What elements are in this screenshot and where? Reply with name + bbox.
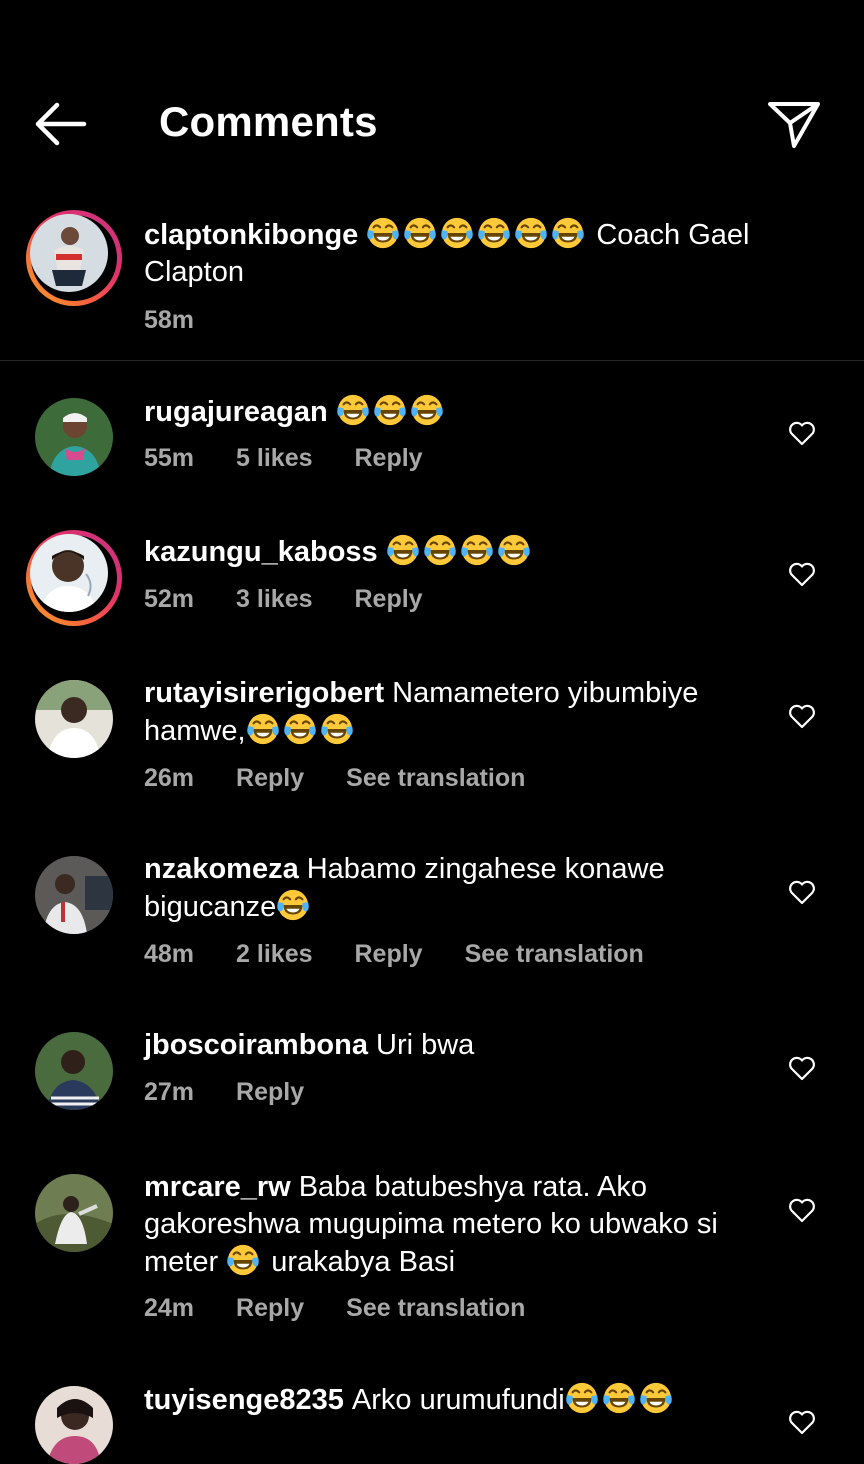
likes-count[interactable]: 5 likes [236,444,312,473]
emoji-icon [460,533,494,567]
emoji-icon [226,1243,260,1277]
reply-button[interactable]: Reply [236,1078,304,1107]
comment-body: Uri bwa [376,1029,475,1061]
comment-username[interactable]: mrcare_rw [144,1171,291,1203]
emoji-icon [423,533,457,567]
heart-outline-icon[interactable] [788,879,816,905]
comment-meta: 52m 3 likes Reply [144,585,465,614]
comment-text: tuyisenge8235 Arko urumufundi [144,1381,754,1419]
timestamp: 55m [144,444,195,472]
timestamp: 52m [144,585,195,613]
share-button[interactable] [764,96,824,152]
page-title: Comments [159,98,378,145]
reply-button[interactable]: Reply [236,1294,304,1323]
comment-username[interactable]: jboscoirambona [144,1029,368,1061]
heart-outline-icon[interactable] [788,561,816,587]
caption-emojis [366,219,588,251]
comment-text: kazungu_kaboss [144,533,754,571]
reply-button[interactable]: Reply [355,444,423,473]
comment-text: jboscoirambona Uri bwa [144,1027,754,1064]
heart-outline-icon[interactable] [788,1055,816,1081]
likes-count[interactable]: 2 likes [236,940,312,969]
avatar[interactable] [35,1386,113,1464]
comment-meta: 26m Reply See translation [144,764,567,793]
caption-text: claptonkibonge Coach Gael Clapton [144,216,754,291]
emoji-icon [497,533,531,567]
header-bar: Comments [0,0,864,180]
comment-text: nzakomeza Habamo zingahese konawe bigucan… [144,851,754,926]
paper-plane-icon [768,102,820,148]
comment-username[interactable]: tuyisenge8235 [144,1384,344,1416]
emoji-icon [366,216,400,250]
avatar[interactable] [26,210,122,306]
heart-outline-icon[interactable] [788,420,816,446]
comment-text: mrcare_rw Baba batubeshya rata. Ako gakor… [144,1169,754,1281]
likes-count[interactable]: 3 likes [236,585,312,614]
emoji-icon [276,888,310,922]
reply-button[interactable]: Reply [355,940,423,969]
emoji-icon [373,393,407,427]
comment-meta: 55m 5 likes Reply [144,444,465,473]
emoji-icon [336,393,370,427]
emoji-icon [477,216,511,250]
comment-meta: 27m Reply [144,1078,346,1107]
comment-username[interactable]: kazungu_kaboss [144,536,378,568]
emoji-icon [551,216,585,250]
avatar[interactable] [26,530,122,626]
see-translation-link[interactable]: See translation [346,1294,525,1323]
caption-divider [0,360,864,361]
timestamp: 26m [144,764,195,792]
comment-text: rutayisirerigobert Namametero yibumbiye h… [144,675,754,750]
heart-outline-icon[interactable] [788,1409,816,1435]
emoji-icon [639,1381,673,1415]
comment-username[interactable]: rugajureagan [144,396,328,428]
caption-meta: 58m [144,306,236,335]
avatar[interactable] [35,1032,113,1110]
emoji-icon [320,712,354,746]
emoji-icon [602,1381,636,1415]
avatar[interactable] [35,680,113,758]
emoji-icon [386,533,420,567]
reply-button[interactable]: Reply [355,585,423,614]
heart-outline-icon[interactable] [788,703,816,729]
see-translation-link[interactable]: See translation [465,940,644,969]
emoji-icon [403,216,437,250]
timestamp: 48m [144,940,195,968]
comment-text: rugajureagan [144,393,754,431]
arrow-left-icon [35,102,87,146]
emoji-icon [410,393,444,427]
back-button[interactable] [30,98,92,150]
emoji-icon [440,216,474,250]
see-translation-link[interactable]: See translation [346,764,525,793]
avatar[interactable] [35,1174,113,1252]
timestamp: 58m [144,306,195,334]
timestamp: 24m [144,1294,195,1322]
comment-body: Arko urumufundi [351,1384,565,1416]
emoji-icon [514,216,548,250]
caption-username[interactable]: claptonkibonge [144,219,358,251]
comment-username[interactable]: nzakomeza [144,853,299,885]
reply-button[interactable]: Reply [236,764,304,793]
timestamp: 27m [144,1078,195,1106]
comment-meta: 48m 2 likes Reply See translation [144,940,686,969]
avatar[interactable] [35,398,113,476]
comment-body-end: urakabya Basi [271,1246,456,1278]
emoji-icon [283,712,317,746]
emoji-icon [565,1381,599,1415]
heart-outline-icon[interactable] [788,1197,816,1223]
comment-meta: 24m Reply See translation [144,1294,567,1323]
comment-username[interactable]: rutayisirerigobert [144,677,384,709]
emoji-icon [246,712,280,746]
avatar[interactable] [35,856,113,934]
